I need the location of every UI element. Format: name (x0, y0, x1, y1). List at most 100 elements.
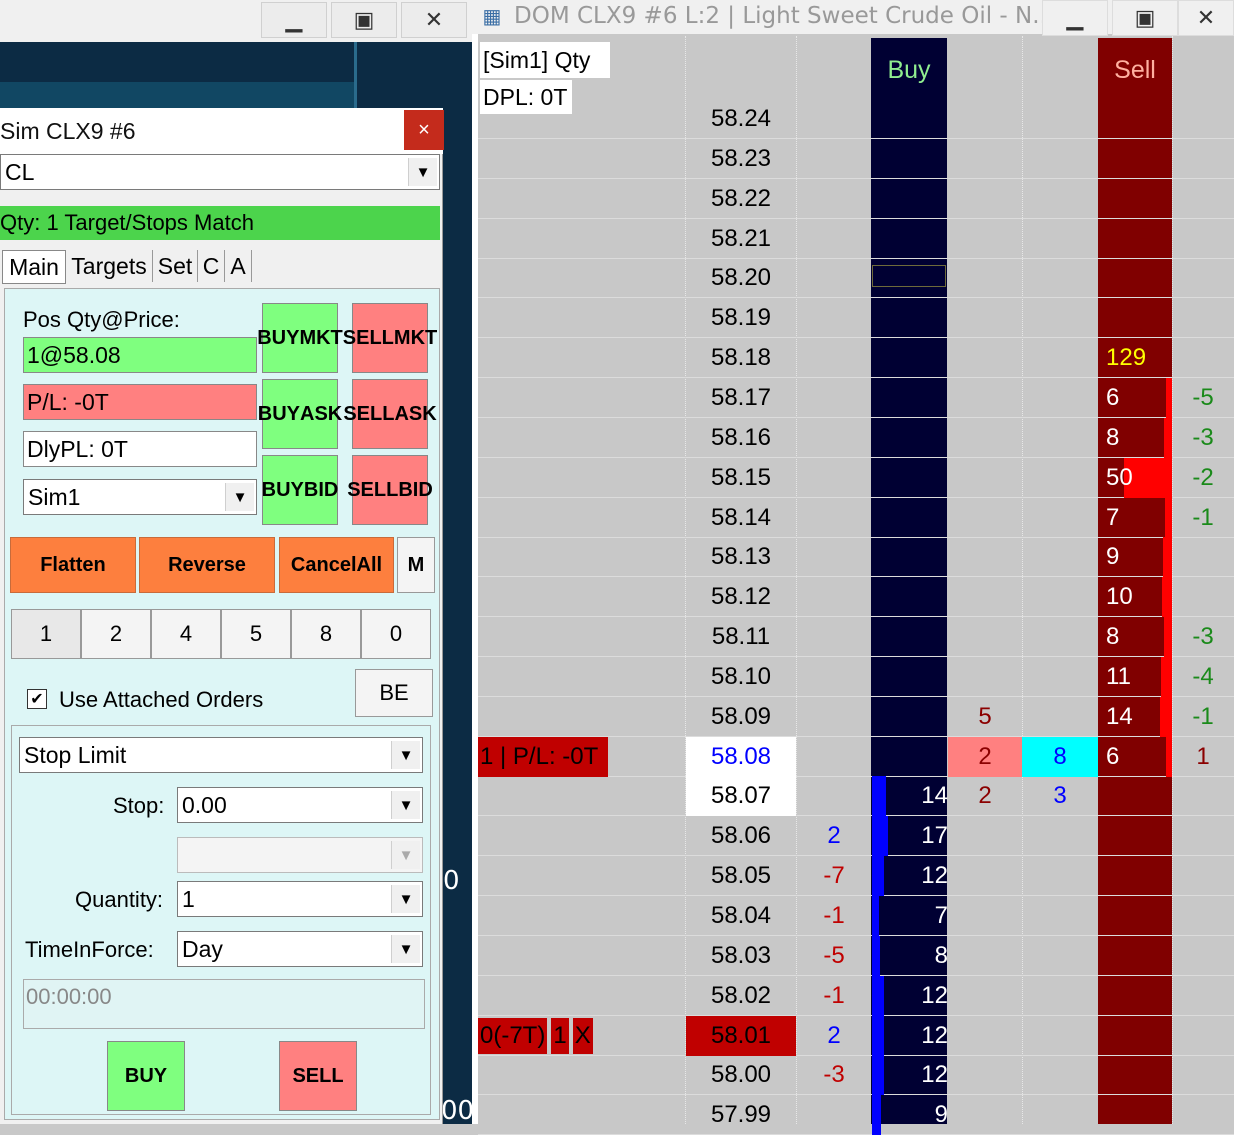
stop-price-select[interactable]: 0.00 ▼ (177, 787, 423, 823)
price-cell[interactable]: 58.06 (686, 816, 796, 856)
dom-row[interactable]: 58.14 7 -1 (478, 498, 1234, 538)
ask-size-cell[interactable]: 6 (1098, 378, 1180, 418)
bid-size-cell[interactable]: 9 (872, 1095, 958, 1135)
price-cell[interactable]: 58.16 (686, 418, 796, 458)
bid-size-cell[interactable]: 7 (872, 896, 958, 936)
cancel-all-button[interactable]: CancelAll (279, 537, 394, 593)
price-cell[interactable]: 58.14 (686, 498, 796, 538)
dom-row[interactable]: 58.13 9 (478, 537, 1234, 577)
bid-size-cell[interactable]: 12 (872, 976, 958, 1016)
working-order-cell[interactable]: 0(-7T) 1 X (478, 1016, 612, 1056)
dom-row[interactable]: 58.19 (478, 298, 1234, 338)
sell-button[interactable]: SELL (279, 1041, 357, 1111)
dom-row[interactable]: 58.22 (478, 179, 1234, 219)
qty-button-4[interactable]: 4 (151, 609, 221, 659)
dom-close-button[interactable]: ✕ (1178, 0, 1234, 36)
dom-row[interactable]: 58.17 6 -5 (478, 378, 1234, 418)
price-cell[interactable]: 58.17 (686, 378, 796, 418)
price-cell[interactable]: 58.21 (686, 219, 796, 259)
price-cell[interactable]: 58.22 (686, 179, 796, 219)
time-input[interactable]: 00:00:00 (23, 979, 425, 1029)
bid-size-cell[interactable]: 12 (872, 856, 958, 896)
qty-button-5[interactable]: 5 (221, 609, 291, 659)
dom-row[interactable]: 58.23 (478, 139, 1234, 179)
quantity-select[interactable]: 1 ▼ (177, 881, 423, 917)
ask-size-cell[interactable]: 11 (1098, 657, 1180, 697)
dom-row[interactable]: 58.06 2 17 (478, 816, 1234, 856)
dom-row[interactable]: 58.03 -5 8 (478, 936, 1234, 976)
dom-maximize-button[interactable]: ▣ (1112, 0, 1178, 36)
qty-button-1[interactable]: 1 (11, 609, 81, 659)
maximize-button[interactable]: ▣ (331, 2, 397, 38)
dom-row[interactable]: 58.01 2 12 0(-7T) 1 X (478, 1016, 1234, 1056)
price-cell[interactable]: 58.07 (686, 776, 796, 816)
bid-size-cell[interactable]: 17 (872, 816, 958, 856)
dom-row[interactable]: 58.07 14 2 3 (478, 776, 1234, 816)
dom-row[interactable]: 58.10 11 -4 (478, 657, 1234, 697)
minimize-button[interactable]: ▁ (261, 2, 327, 38)
ask-size-cell[interactable]: 8 (1098, 617, 1180, 657)
sell-ask-button[interactable]: SELL ASK (343, 379, 437, 449)
dom-row[interactable]: 58.11 8 -3 (478, 617, 1234, 657)
dom-row[interactable]: 58.15 50 -2 (478, 458, 1234, 498)
price-cell[interactable]: 58.13 (686, 537, 796, 577)
reverse-button[interactable]: Reverse (139, 537, 275, 593)
price-cell[interactable]: 58.03 (686, 936, 796, 976)
sell-market-button[interactable]: SELL MKT (343, 303, 437, 373)
dom-row[interactable]: 58.21 (478, 219, 1234, 259)
price-cell[interactable]: 58.23 (686, 139, 796, 179)
time-in-force-select[interactable]: Day ▼ (177, 931, 423, 967)
dom-row[interactable]: 58.16 8 -3 (478, 418, 1234, 458)
ask-size-cell[interactable]: 10 (1098, 577, 1180, 617)
m-button[interactable]: M (397, 537, 435, 593)
use-attached-checkbox[interactable]: ✔ (27, 689, 47, 709)
price-cell[interactable]: 58.18 (686, 338, 796, 378)
qty-button-8[interactable]: 8 (291, 609, 361, 659)
flatten-button[interactable]: Flatten (10, 537, 136, 593)
dom-row[interactable]: 58.24 (478, 99, 1234, 139)
bid-size-cell[interactable]: 14 (872, 776, 958, 816)
price-cell[interactable]: 58.08 (686, 737, 796, 777)
price-cell[interactable]: 58.15 (686, 458, 796, 498)
dom-row[interactable]: 58.09 5 14 -1 (478, 697, 1234, 737)
dom-row[interactable]: 58.08 2 8 6 1 1 | P/L: -0T (478, 737, 1234, 777)
price-cell[interactable]: 58.00 (686, 1055, 796, 1095)
price-cell[interactable]: 58.09 (686, 697, 796, 737)
price-cell[interactable]: 58.02 (686, 976, 796, 1016)
qty-button-2[interactable]: 2 (81, 609, 151, 659)
dom-row[interactable]: 58.00 -3 12 (478, 1055, 1234, 1095)
tab-set[interactable]: Set (153, 250, 198, 282)
close-button[interactable]: ✕ (401, 2, 467, 38)
price-cell[interactable]: 58.10 (686, 657, 796, 697)
account-select[interactable]: Sim1 ▼ (23, 479, 257, 515)
buy-bid-button[interactable]: BUY BID (262, 455, 338, 525)
buy-button[interactable]: BUY (107, 1041, 185, 1111)
price-cell[interactable]: 58.05 (686, 856, 796, 896)
buy-ask-button[interactable]: BUY ASK (258, 379, 342, 449)
price-cell[interactable]: 58.11 (686, 617, 796, 657)
price-cell[interactable]: 58.04 (686, 896, 796, 936)
dom-row[interactable]: 58.12 10 (478, 577, 1234, 617)
dom-row[interactable]: 58.05 -7 12 (478, 856, 1234, 896)
order-type-select[interactable]: Stop Limit ▼ (19, 737, 423, 773)
dom-minimize-button[interactable]: ▁ (1042, 0, 1108, 36)
tab-a[interactable]: A (225, 250, 252, 282)
breakeven-button[interactable]: BE (355, 669, 433, 717)
dom-row[interactable]: 57.99 9 (478, 1095, 1234, 1135)
price-cell[interactable]: 58.12 (686, 577, 796, 617)
price-cell[interactable]: 58.01 (686, 1016, 796, 1056)
price-cell[interactable]: 58.20 (686, 258, 796, 298)
dom-row[interactable]: 58.04 -1 7 (478, 896, 1234, 936)
ask-size-cell[interactable]: 14 (1098, 697, 1180, 737)
bid-size-cell[interactable]: 12 (872, 1055, 958, 1095)
bid-size-cell[interactable]: 8 (872, 936, 958, 976)
dom-row[interactable]: 58.18 129 (478, 338, 1234, 378)
ask-size-cell[interactable]: 129 (1098, 338, 1180, 378)
sell-header[interactable]: Sell (1098, 50, 1172, 90)
tab-main[interactable]: Main (2, 250, 66, 284)
ask-size-cell[interactable]: 7 (1098, 498, 1180, 538)
price-cell[interactable]: 58.19 (686, 298, 796, 338)
ask-size-cell[interactable]: 6 (1098, 737, 1180, 777)
qty-button-0[interactable]: 0 (361, 609, 431, 659)
bid-size-cell[interactable]: 12 (872, 1016, 958, 1056)
